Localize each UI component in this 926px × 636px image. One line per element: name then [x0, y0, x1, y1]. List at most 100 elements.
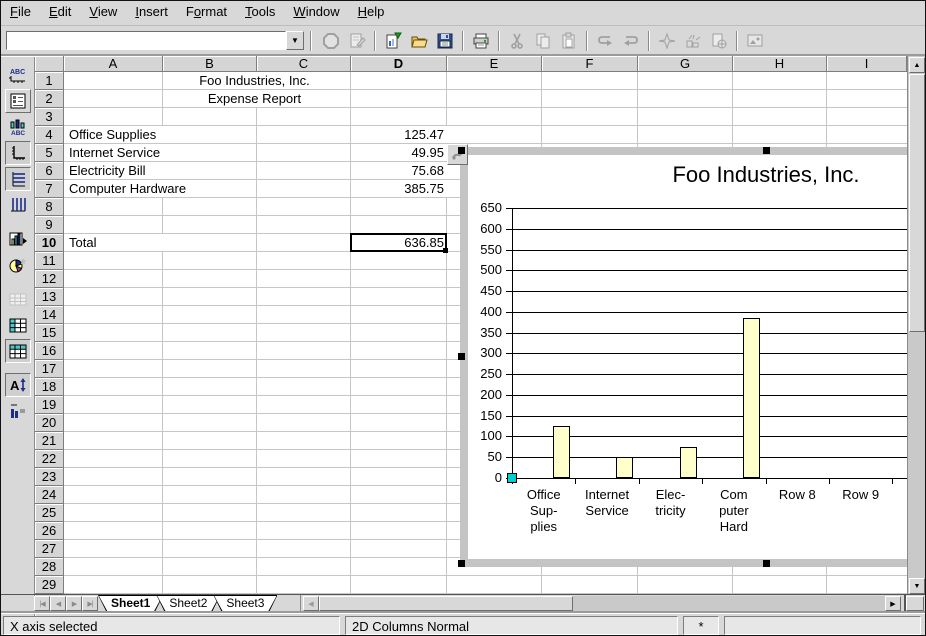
column-header-G[interactable]: G: [638, 56, 733, 72]
cell-B1[interactable]: Foo Industries, Inc.: [164, 72, 345, 89]
y-axis-label[interactable]: 650: [468, 200, 502, 216]
row-header-6[interactable]: 6: [35, 162, 64, 180]
menu-item-view[interactable]: View: [80, 1, 126, 22]
scroll-down-button[interactable]: ▼: [909, 578, 925, 594]
row-header-28[interactable]: 28: [35, 558, 64, 576]
tab-nav-last-button[interactable]: ▶|: [82, 596, 98, 611]
row-header-3[interactable]: 3: [35, 108, 64, 126]
toolbar-button-new-document[interactable]: [381, 29, 405, 53]
tab-nav-first-button[interactable]: |◀: [34, 596, 50, 611]
row-header-23[interactable]: 23: [35, 468, 64, 486]
toolbar-button-open[interactable]: [407, 29, 431, 53]
scroll-up-button[interactable]: ▲: [909, 57, 925, 73]
chart-bar-electricity[interactable]: [680, 447, 697, 478]
row-header-19[interactable]: 19: [35, 396, 64, 414]
tab-nav-next-button[interactable]: ▶: [66, 596, 82, 611]
menu-item-file[interactable]: File: [1, 1, 40, 22]
column-header-F[interactable]: F: [542, 56, 638, 72]
sidebar-button-data-in-columns[interactable]: [5, 339, 31, 363]
sidebar-button-horizontal-grid[interactable]: [5, 167, 31, 191]
cell-A7[interactable]: Computer Hardware: [65, 180, 251, 197]
sidebar-button-titles-on-off[interactable]: ABC: [5, 63, 31, 87]
toolbar-button-print[interactable]: [469, 29, 493, 53]
sidebar-button-data-in-rows[interactable]: [5, 313, 31, 337]
menu-item-tools[interactable]: Tools: [236, 1, 284, 22]
y-axis-label[interactable]: 200: [468, 387, 502, 403]
sidebar-button-autoformat-chart[interactable]: [5, 253, 31, 277]
fill-handle[interactable]: [443, 248, 448, 253]
y-axis-label[interactable]: 350: [468, 325, 502, 341]
url-combo-dropdown-button[interactable]: ▼: [286, 31, 304, 50]
cell-D7[interactable]: 385.75: [352, 180, 448, 197]
cell-D6[interactable]: 75.68: [352, 162, 448, 179]
url-combo-input[interactable]: [6, 31, 286, 50]
sidebar-button-axes-on-off[interactable]: [5, 141, 31, 165]
row-header-8[interactable]: 8: [35, 198, 64, 216]
row-header-18[interactable]: 18: [35, 378, 64, 396]
y-axis-label[interactable]: 400: [468, 304, 502, 320]
y-axis-label[interactable]: 250: [468, 366, 502, 382]
x-axis-category-label[interactable]: Elec-tricity: [639, 487, 703, 519]
cell-A5[interactable]: Internet Service: [65, 144, 251, 161]
chart-title[interactable]: Foo Industries, Inc.: [468, 162, 907, 188]
column-header-I[interactable]: I: [827, 56, 907, 72]
x-axis-category-label[interactable]: Row 9: [829, 487, 893, 503]
row-header-21[interactable]: 21: [35, 432, 64, 450]
row-header-15[interactable]: 15: [35, 324, 64, 342]
vertical-scrollbar[interactable]: ▲ ▼: [907, 56, 925, 595]
cell-B2[interactable]: Expense Report: [164, 90, 345, 107]
row-header-7[interactable]: 7: [35, 180, 64, 198]
y-axis-label[interactable]: 50: [468, 449, 502, 465]
menu-item-help[interactable]: Help: [349, 1, 394, 22]
row-header-27[interactable]: 27: [35, 540, 64, 558]
row-header-1[interactable]: 1: [35, 72, 64, 90]
row-header-10[interactable]: 10: [35, 234, 64, 252]
x-axis-category-label[interactable]: Row 8: [765, 487, 829, 503]
x-axis-selection-handle[interactable]: [507, 473, 517, 483]
sidebar-button-legend-on-off[interactable]: [5, 89, 31, 113]
sidebar-button-chart-type[interactable]: [5, 227, 31, 251]
tab-nav-previous-button[interactable]: ◀: [50, 596, 66, 611]
row-header-9[interactable]: 9: [35, 216, 64, 234]
row-header-16[interactable]: 16: [35, 342, 64, 360]
sidebar-button-vertical-grid[interactable]: [5, 193, 31, 217]
cell-A6[interactable]: Electricity Bill: [65, 162, 251, 179]
row-header-29[interactable]: 29: [35, 576, 64, 594]
column-header-B[interactable]: B: [163, 56, 257, 72]
y-axis-label[interactable]: 150: [468, 408, 502, 424]
hscroll-right-button[interactable]: ▶: [885, 596, 901, 611]
cell-A10[interactable]: Total: [65, 234, 164, 251]
sheet-tab-sheet2[interactable]: Sheet2: [156, 595, 220, 612]
row-header-14[interactable]: 14: [35, 306, 64, 324]
y-axis-label[interactable]: 450: [468, 283, 502, 299]
menu-item-edit[interactable]: Edit: [40, 1, 80, 22]
x-axis-category-label[interactable]: ComputerHard: [702, 487, 766, 535]
sidebar-button-axes-title-on-off[interactable]: ABC: [5, 115, 31, 139]
cell-A4[interactable]: Office Supplies: [65, 126, 251, 143]
chart-selection-handle[interactable]: [458, 353, 465, 360]
x-axis-category-label[interactable]: OfficeSup-plies: [512, 487, 576, 535]
toolbar-button-save[interactable]: [433, 29, 457, 53]
sheet-tab-sheet1[interactable]: Sheet1: [98, 595, 163, 612]
menu-item-insert[interactable]: Insert: [126, 1, 177, 22]
row-header-12[interactable]: 12: [35, 270, 64, 288]
row-header-24[interactable]: 24: [35, 486, 64, 504]
x-axis-category-label[interactable]: InternetService: [575, 487, 639, 519]
column-header-E[interactable]: E: [447, 56, 542, 72]
column-header-C[interactable]: C: [257, 56, 351, 72]
y-axis-label[interactable]: 100: [468, 428, 502, 444]
row-header-22[interactable]: 22: [35, 450, 64, 468]
chart-bar-office-supplies[interactable]: [553, 426, 570, 478]
y-axis-label[interactable]: 500: [468, 262, 502, 278]
select-all-corner[interactable]: [35, 56, 64, 72]
column-header-D[interactable]: D: [351, 56, 447, 72]
url-combo[interactable]: ▼: [6, 31, 304, 50]
chart-object[interactable]: Foo Industries, Inc. 0501001502002503003…: [460, 147, 907, 567]
row-header-20[interactable]: 20: [35, 414, 64, 432]
chart-selection-handle[interactable]: [458, 147, 465, 154]
row-header-26[interactable]: 26: [35, 522, 64, 540]
y-axis-label[interactable]: 550: [468, 242, 502, 258]
row-header-5[interactable]: 5: [35, 144, 64, 162]
chart-x-axis[interactable]: [512, 478, 907, 479]
vertical-scroll-thumb[interactable]: [909, 74, 925, 332]
